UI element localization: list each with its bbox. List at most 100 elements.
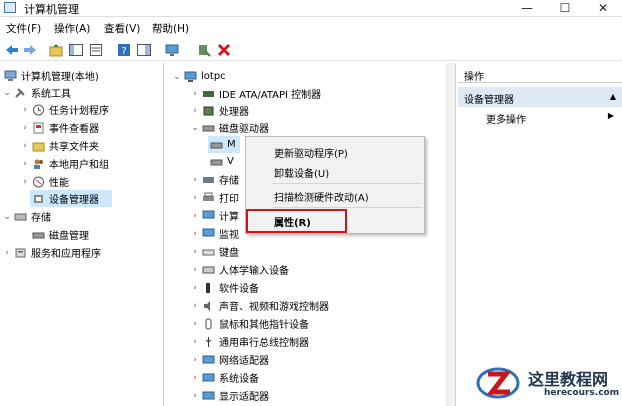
enable-device-icon[interactable] (196, 42, 212, 58)
device-mice[interactable]: › 鼠标和其他指针设备 (190, 315, 309, 332)
chevron-right-icon[interactable]: › (190, 89, 200, 99)
tree-performance[interactable]: › 性能 (20, 173, 69, 190)
device-keyboard[interactable]: › 键盘 (190, 243, 239, 260)
tree-local-users[interactable]: › 本地用户和组 (20, 155, 109, 172)
device-storage-controllers[interactable]: › 存储 (190, 171, 239, 188)
chevron-right-icon[interactable]: › (190, 301, 200, 311)
chevron-right-icon[interactable]: › (190, 229, 200, 239)
device-disk-2[interactable]: V (208, 153, 234, 170)
menu-action[interactable]: 操作(A) (54, 21, 90, 36)
system-device-icon (202, 372, 215, 384)
chevron-right-icon[interactable]: › (20, 105, 30, 115)
tree-task-scheduler-label: 任务计划程序 (49, 106, 109, 117)
back-arrow-icon[interactable] (4, 42, 20, 58)
actions-section-device-manager[interactable]: 设备管理器 ▲ (458, 87, 622, 107)
device-disk-1[interactable]: M (208, 136, 240, 153)
printer-icon (202, 192, 215, 204)
device-display[interactable]: › 显示适配器 (190, 387, 269, 404)
up-folder-icon[interactable] (48, 42, 64, 58)
device-storage-label: 存储 (219, 176, 239, 187)
chevron-right-icon[interactable]: › (190, 211, 200, 221)
tree-root[interactable]: 计算机管理(本地) (2, 67, 99, 84)
uninstall-device-item[interactable]: 卸载设备(U) (274, 165, 329, 180)
device-processor[interactable]: › 处理器 (190, 102, 249, 119)
chevron-right-icon[interactable]: › (20, 141, 30, 151)
device-usb-label: 通用串行总线控制器 (219, 338, 309, 349)
chevron-right-icon[interactable]: › (20, 123, 30, 133)
close-button[interactable]: ✕ (586, 0, 620, 16)
more-actions-item[interactable]: 更多操作 (486, 111, 526, 126)
device-usb[interactable]: › 通用串行总线控制器 (190, 333, 309, 350)
vertical-scrollbar[interactable] (446, 63, 455, 406)
maximize-button[interactable]: ☐ (548, 0, 582, 16)
tree-shared-folders-label: 共享文件夹 (49, 142, 99, 153)
tree-device-manager[interactable]: 设备管理器 (30, 190, 112, 207)
chevron-right-icon[interactable]: › (190, 265, 200, 275)
device-ide[interactable]: › IDE ATA/ATAPI 控制器 (190, 85, 321, 102)
tree-disk-management[interactable]: 磁盘管理 (30, 226, 89, 243)
monitor-icon[interactable] (164, 42, 180, 58)
scan-hardware-item[interactable]: 扫描检测硬件改动(A) (274, 189, 369, 204)
tree-event-viewer[interactable]: › 事件查看器 (20, 119, 99, 136)
properties-sheet-icon[interactable] (88, 42, 104, 58)
watermark-url: herecours.com (544, 388, 620, 398)
device-tree-root[interactable]: ⌄ lotpc (172, 68, 226, 85)
forward-arrow-icon[interactable] (22, 42, 38, 58)
chevron-down-icon[interactable]: ⌄ (190, 123, 200, 133)
menu-help[interactable]: 帮助(H) (152, 21, 189, 36)
chevron-right-icon[interactable]: › (20, 177, 30, 187)
chevron-right-icon[interactable]: › (190, 355, 200, 365)
chevron-right-icon[interactable]: › (190, 247, 200, 257)
device-disk-drives[interactable]: ⌄ 磁盘驱动器 (190, 119, 269, 136)
tree-storage[interactable]: ⌄ 存储 (2, 208, 51, 225)
watermark-text: 这里教程网 (528, 370, 609, 389)
tree-services-apps-label: 服务和应用程序 (31, 249, 101, 260)
menu-file[interactable]: 文件(F) (6, 21, 41, 36)
performance-icon (32, 176, 45, 188)
chevron-down-icon[interactable]: ⌄ (2, 88, 12, 98)
chevron-down-icon[interactable]: ⌄ (172, 72, 182, 82)
chevron-right-icon[interactable]: › (20, 159, 30, 169)
device-system[interactable]: › 系统设备 (190, 369, 259, 386)
users-icon (32, 158, 45, 170)
chevron-down-icon[interactable]: ⌄ (2, 212, 12, 222)
console-tree-icon[interactable] (68, 42, 84, 58)
chevron-right-icon[interactable]: › (190, 337, 200, 347)
submenu-arrow-icon[interactable]: ▶ (608, 111, 614, 120)
uninstall-x-icon[interactable] (216, 42, 232, 58)
tree-shared-folders[interactable]: › 共享文件夹 (20, 137, 99, 154)
window-title: 计算机管理 (24, 3, 79, 16)
chevron-right-icon[interactable]: › (190, 391, 200, 401)
show-hide-pane-icon[interactable] (136, 42, 152, 58)
device-computer[interactable]: › 计算 (190, 207, 239, 224)
mouse-icon (202, 318, 215, 330)
chevron-right-icon[interactable]: › (190, 319, 200, 329)
device-network[interactable]: › 网络适配器 (190, 351, 269, 368)
tree-task-scheduler[interactable]: › 任务计划程序 (20, 101, 109, 118)
device-monitors[interactable]: › 监视 (190, 225, 239, 242)
usb-icon (202, 336, 215, 348)
chevron-right-icon[interactable]: › (190, 373, 200, 383)
tree-system-tools[interactable]: ⌄ 系统工具 (2, 84, 71, 101)
chevron-right-icon[interactable]: › (190, 283, 200, 293)
device-print-queues[interactable]: › 打印 (190, 189, 239, 206)
collapse-triangle-icon[interactable]: ▲ (610, 92, 616, 101)
tree-system-tools-label: 系统工具 (31, 89, 71, 100)
chevron-right-icon[interactable]: › (190, 193, 200, 203)
device-software[interactable]: › 软件设备 (190, 279, 259, 296)
device-sound[interactable]: › 声音、视频和游戏控制器 (190, 297, 329, 314)
update-driver-item[interactable]: 更新驱动程序(P) (274, 145, 348, 160)
device-hid[interactable]: › 人体学输入设备 (190, 261, 289, 278)
minimize-button[interactable]: — (510, 0, 544, 16)
chevron-right-icon[interactable]: › (190, 175, 200, 185)
device-print-label: 打印 (219, 194, 239, 205)
actions-section-label: 设备管理器 (464, 95, 514, 106)
menu-view[interactable]: 查看(V) (104, 21, 140, 36)
toolbar: ? (0, 39, 622, 61)
chevron-right-icon[interactable]: › (2, 248, 12, 258)
tree-storage-label: 存储 (31, 213, 51, 224)
help-icon[interactable]: ? (116, 42, 132, 58)
monitor-icon (202, 228, 215, 240)
tree-services-apps[interactable]: › 服务和应用程序 (2, 244, 101, 261)
chevron-right-icon[interactable]: › (190, 106, 200, 116)
